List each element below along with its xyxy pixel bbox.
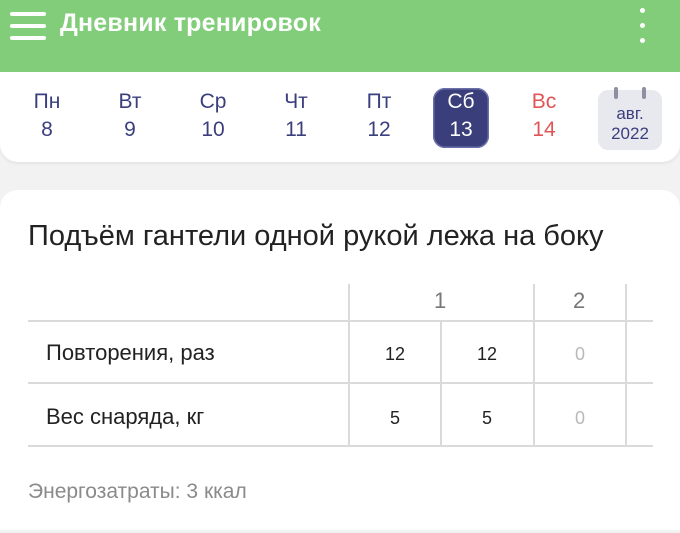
set-header-2: 2 xyxy=(573,288,586,313)
weight-cell[interactable]: 0 xyxy=(535,408,625,429)
day-name: Ср xyxy=(199,90,227,113)
app-title: Дневник тренировок xyxy=(60,9,321,37)
weight-cell[interactable]: 5 xyxy=(350,408,440,429)
day-name: Чт xyxy=(284,90,308,113)
day-sat-selected[interactable]: Сб 13 xyxy=(433,88,489,148)
day-number: 12 xyxy=(367,118,391,141)
table-divider xyxy=(28,382,653,384)
table-divider xyxy=(625,284,627,446)
day-number: 13 xyxy=(449,118,473,141)
hamburger-menu-icon[interactable] xyxy=(10,12,46,40)
table-divider xyxy=(28,445,653,447)
day-number: 10 xyxy=(201,118,225,141)
day-fri[interactable]: Пт 12 xyxy=(351,88,407,148)
reps-cell[interactable]: 12 xyxy=(442,344,532,365)
day-name: Пт xyxy=(366,90,392,113)
calendar-year: 2022 xyxy=(611,124,649,143)
more-vert-icon[interactable] xyxy=(636,8,650,44)
table-divider xyxy=(28,320,653,322)
exercise-title[interactable]: Подъём гантели одной рукой лежа на боку xyxy=(28,220,604,253)
calendar-button[interactable]: авг. 2022 xyxy=(598,87,662,150)
day-tue[interactable]: Вт 9 xyxy=(102,88,158,148)
calendar-month: авг. xyxy=(616,104,644,123)
day-mon[interactable]: Пн 8 xyxy=(19,88,75,148)
weight-cell[interactable]: 5 xyxy=(442,408,532,429)
app-bar: Дневник тренировок xyxy=(0,0,680,72)
reps-label: Повторения, раз xyxy=(46,340,215,365)
day-number: 9 xyxy=(124,118,136,141)
day-name: Сб xyxy=(447,90,475,113)
day-number: 11 xyxy=(285,118,307,141)
day-name: Пн xyxy=(33,90,61,113)
day-thu[interactable]: Чт 11 xyxy=(268,88,324,148)
week-strip: Пн 8 Вт 9 Ср 10 Чт 11 Пт 12 Сб 13 Вс 14 … xyxy=(0,72,680,162)
day-wed[interactable]: Ср 10 xyxy=(185,88,241,148)
energy-text: Энергозатраты: 3 ккал xyxy=(28,480,247,503)
exercise-card: Подъём гантели одной рукой лежа на боку … xyxy=(0,190,680,530)
day-name: Вт xyxy=(118,90,142,113)
day-number: 8 xyxy=(41,118,53,141)
calendar-icon xyxy=(614,87,618,99)
day-sun[interactable]: Вс 14 xyxy=(516,88,572,148)
reps-cell[interactable]: 12 xyxy=(350,344,440,365)
weight-label: Вес снаряда, кг xyxy=(46,404,205,429)
day-number: 14 xyxy=(532,118,556,141)
calendar-icon xyxy=(642,87,646,99)
reps-cell[interactable]: 0 xyxy=(535,344,625,365)
set-header-1: 1 xyxy=(434,288,447,313)
day-name: Вс xyxy=(531,90,557,113)
